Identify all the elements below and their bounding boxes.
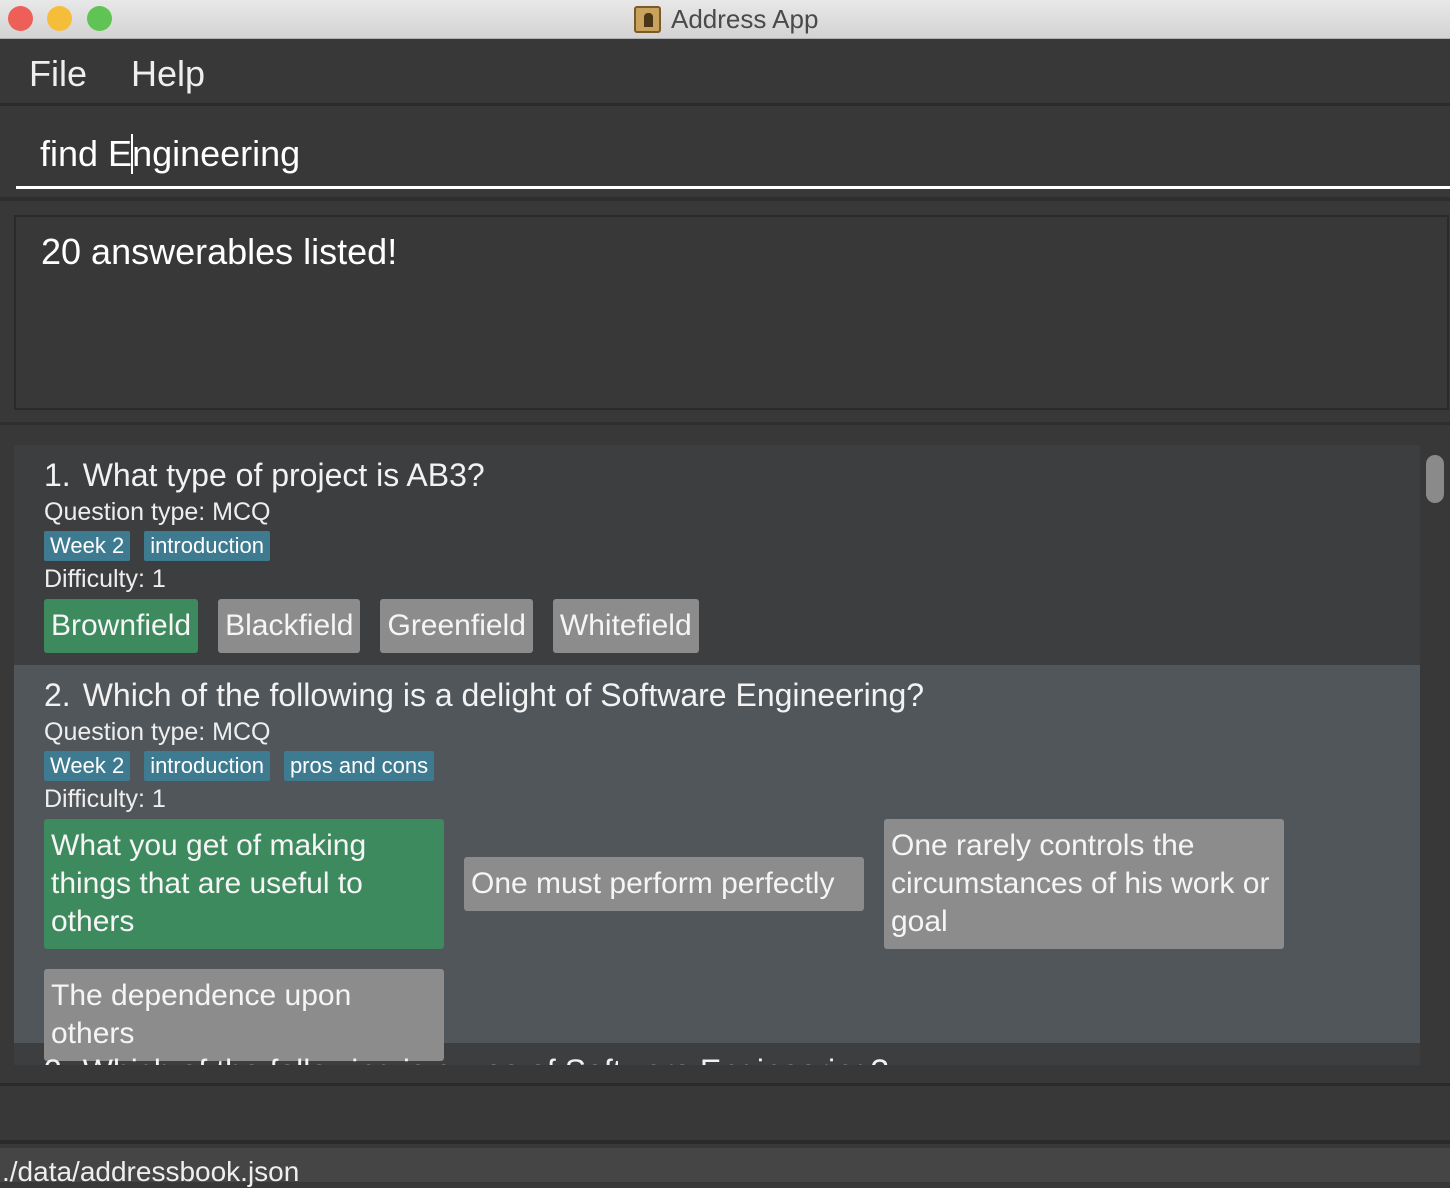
answerable-card[interactable]: 2. Which of the following is a delight of… <box>14 665 1420 1061</box>
list-scrollbar[interactable] <box>1422 445 1448 1065</box>
correct-option: Brownfield <box>44 599 199 653</box>
answerable-card[interactable]: 1. What type of project is AB3? Question … <box>14 445 1420 665</box>
option: One must perform perfectly <box>464 857 864 911</box>
result-message: 20 answerables listed! <box>41 231 398 272</box>
menu-help[interactable]: Help <box>131 53 205 95</box>
option-list: What you get of making things that are u… <box>44 819 1390 1061</box>
question-type: Question type: MCQ <box>44 718 271 746</box>
question-title: 3.Which of the following is a woe of Sof… <box>44 1053 1390 1065</box>
tag: introduction <box>144 531 270 561</box>
answerable-list[interactable]: 1. What type of project is AB3? Question … <box>14 445 1420 1065</box>
tag-list: Week 2 introduction pros and cons <box>44 751 1390 781</box>
tag: Week 2 <box>44 751 131 781</box>
option-list: Brownfield Blackfield Greenfield Whitefi… <box>44 599 1390 653</box>
window-title: Address App <box>634 4 818 35</box>
save-location: ./data/addressbook.json <box>2 1156 300 1187</box>
difficulty: Difficulty: 1 <box>44 565 166 593</box>
option: Blackfield <box>218 599 361 653</box>
menu-file[interactable]: File <box>29 53 87 95</box>
command-text-rest: ngineering <box>132 133 301 174</box>
question-title: 1. What type of project is AB3? <box>44 457 485 493</box>
tag: Week 2 <box>44 531 131 561</box>
status-footer: ./data/addressbook.json <box>0 1148 1450 1187</box>
close-window-button[interactable] <box>8 6 33 31</box>
answerable-list-panel: 1. What type of project is AB3? Question … <box>0 422 1450 1086</box>
command-input[interactable]: find Engineering <box>16 109 1450 189</box>
option: Whitefield <box>552 599 699 653</box>
option: One rarely controls the circumstances of… <box>884 819 1284 949</box>
minimize-window-button[interactable] <box>47 6 72 31</box>
title-bar: Address App <box>0 0 1450 39</box>
tag: introduction <box>144 751 270 781</box>
command-box: find Engineering <box>0 109 1450 201</box>
difficulty: Difficulty: 1 <box>44 785 166 813</box>
scrollbar-thumb[interactable] <box>1426 455 1444 503</box>
question-type: Question type: MCQ <box>44 498 271 526</box>
status-bar <box>0 1088 1450 1144</box>
tag: pros and cons <box>283 751 435 781</box>
address-book-icon <box>634 6 661 33</box>
correct-option: What you get of making things that are u… <box>44 819 444 949</box>
question-title: 2. Which of the following is a delight of… <box>44 677 925 713</box>
result-display[interactable]: 20 answerables listed! <box>14 215 1449 410</box>
option: The dependence upon others <box>44 969 444 1061</box>
maximize-window-button[interactable] <box>87 6 112 31</box>
command-text: find E <box>40 133 133 174</box>
option: Greenfield <box>380 599 533 653</box>
tag-list: Week 2 introduction <box>44 531 1390 561</box>
menu-bar: File Help <box>0 40 1450 106</box>
